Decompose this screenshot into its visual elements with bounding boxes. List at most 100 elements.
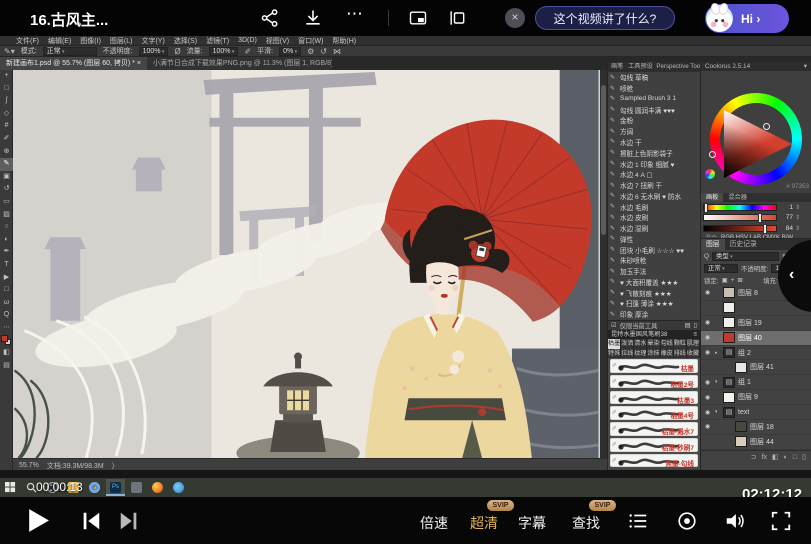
bri-value[interactable]: 84 [779,225,793,232]
layer-name[interactable]: 图层 41 [750,362,774,372]
tool-preset-row[interactable]: ✎ Sampled Brush 3 1 [608,94,700,105]
tool-button[interactable]: ◧ [0,347,13,360]
quality-button[interactable]: 超清 [470,513,498,533]
close-icon[interactable]: × [505,8,525,28]
tool-button[interactable]: ▭ [0,196,13,209]
color-wheel-icon[interactable] [705,169,715,179]
app-firefox[interactable] [148,479,167,496]
panel-tab[interactable]: Perspective Tool [653,62,700,72]
tool-preset-row[interactable]: ✎ 勾线 圆润丰满 ♥♥♥ [608,104,700,115]
brush-category-tab[interactable]: 橡皮 [661,349,674,359]
group-expand-icon[interactable]: ▾ [715,379,720,385]
layer-name[interactable]: 图层 18 [750,422,774,432]
ai-search-pill[interactable]: 这个视频讲了什么? [535,6,675,30]
blend-mode-select[interactable]: 正常 [704,264,738,273]
layer-row[interactable]: 图层 44 [701,435,811,450]
playlist-icon[interactable] [627,510,649,532]
layer-visibility-icon[interactable]: ◉ [703,334,712,341]
pressure-icon[interactable]: ✐ [244,47,251,56]
tool-preset-row[interactable]: ✎ 勾线 草稿 [608,72,700,83]
group-expand-icon[interactable]: ▸ [715,350,720,356]
menu-item[interactable]: 窗口(W) [298,36,323,46]
tool-preset-row[interactable]: ✎ 水边 毛刷 [608,201,700,212]
tool-button[interactable]: ✒ [0,246,13,259]
brush-preview-row[interactable]: ✐ 枯墨3 [608,390,700,406]
collapse-icon[interactable]: ▾ [804,62,807,71]
tool-button[interactable]: ω [0,297,13,310]
tool-preset-row[interactable]: ✎ 团块 小毛刷 ☆☆☆ ♥♥ [608,244,700,255]
download-icon[interactable] [303,8,323,28]
layer-visibility-icon[interactable]: ◉ [703,379,712,386]
layer-row[interactable]: 图层 41 [701,360,811,375]
tool-button[interactable]: ▤ [0,360,13,373]
panel-tab[interactable]: 画笔 [608,62,625,72]
tool-button[interactable]: □ [0,83,13,96]
brush-preview-row[interactable]: ✐ 焦墨-勾线 [608,453,700,469]
next-button[interactable] [118,510,140,532]
hue-value[interactable]: 1 [779,204,793,211]
menu-item[interactable]: 图层(L) [110,36,133,46]
tab-board[interactable]: 画板 [701,193,723,202]
layers-footer-icon[interactable]: ▯ [802,453,806,461]
tool-preset-row[interactable]: ✎ 水边 7 扭刷 干 [608,180,700,191]
layer-visibility-icon[interactable]: ◉ [703,319,712,326]
tool-preset-row[interactable]: ✎ 金粉 [608,115,700,126]
brush-preview-row[interactable]: ✐ 枯墨4号 [608,405,700,421]
brush-preview-row[interactable]: ✐ 枯墨2号 [608,374,700,390]
mode-select[interactable]: 正常 [43,47,97,56]
hue-marker[interactable] [709,151,716,158]
filter-kind-select[interactable]: 类型 [712,252,779,261]
flow-select[interactable]: 100% [209,47,239,56]
tool-button[interactable]: ◐ [0,234,13,247]
menu-item[interactable]: 编辑(E) [48,36,71,46]
tool-button[interactable]: ▣ [0,171,13,184]
menu-item[interactable]: 文件(F) [16,36,39,46]
layers-footer-icon[interactable]: fx [762,454,767,461]
layer-visibility-icon[interactable]: ◉ [703,409,712,416]
tab-mixer[interactable]: 混合器 [723,193,752,202]
hue-slider[interactable] [703,204,777,211]
tab-history[interactable]: 历史记录 [725,239,762,250]
tool-button[interactable]: + [0,70,13,83]
color-swatches[interactable] [0,334,13,347]
tool-button[interactable]: ○ [0,221,13,234]
group-expand-icon[interactable]: ▾ [715,409,720,415]
airbrush-icon[interactable]: Ø [174,47,180,56]
layers-footer-icon[interactable]: ◐ [784,454,788,461]
tool-button[interactable]: ✐ [0,133,13,146]
brush-preview-row[interactable]: ✐ 枯墨-溅水7 [608,421,700,437]
brush-category-tab[interactable]: 涂抹 [647,349,660,359]
speed-button[interactable]: 倍速 [420,513,448,533]
layer-row[interactable]: ◉ ▾ ▤ text [701,405,811,420]
assistant-pill[interactable]: Hi › [705,4,789,33]
tool-preset-icon[interactable]: ✎▾ [4,47,15,56]
layer-name[interactable]: 图层 19 [738,318,762,328]
brush-preview-row[interactable]: ✐ 枯墨-秒刷7 [608,437,700,453]
layer-name[interactable]: 组 2 [738,348,751,358]
layer-visibility-icon[interactable]: ◉ [703,423,712,430]
layers-footer-icon[interactable]: ⊃ [751,453,757,461]
layer-row[interactable]: ◉ ▾ ▤ 组 1 [701,375,811,390]
play-button[interactable] [24,507,51,534]
mini-player-icon[interactable] [447,8,467,28]
tool-preset-row[interactable]: ✎ ♥ 大面积覆盖 ★★★ [608,277,700,288]
prev-button[interactable] [80,510,102,532]
tool-preset-row[interactable]: ✎ ♥ 扫篷 薄涂 ★★★ [608,298,700,309]
tool-preset-row[interactable]: ✎ 方阔 [608,126,700,137]
tool-preset-row[interactable]: ✎ 水边 6 无水刷 ♥ 防水 [608,190,700,201]
find-button[interactable]: 查找 [572,513,600,533]
lock-pixels-icon[interactable]: ▣ [722,276,728,284]
tool-preset-row[interactable]: ✎ 水边 干 [608,137,700,148]
menu-item[interactable]: 选择(S) [174,36,197,46]
share-icon[interactable] [260,8,280,28]
tool-preset-row[interactable]: ✎ 喷枪 [608,83,700,94]
menu-item[interactable]: 3D(D) [238,37,257,44]
brush-category-tab[interactable]: 枯墨 [608,339,621,349]
tool-button[interactable]: ʃ [0,95,13,108]
document-tab[interactable]: 小满节日合成下载效果PNG.png @ 11.3% (图层 1, RGB/8) … [147,57,332,70]
sat-slider[interactable] [703,214,777,221]
layers-footer-icon[interactable]: □ [793,454,797,461]
tool-button[interactable]: ✎ [0,158,13,171]
tool-preset-row[interactable]: ✎ 加玉手法 [608,266,700,277]
tool-button[interactable]: ⋯ [0,322,13,335]
